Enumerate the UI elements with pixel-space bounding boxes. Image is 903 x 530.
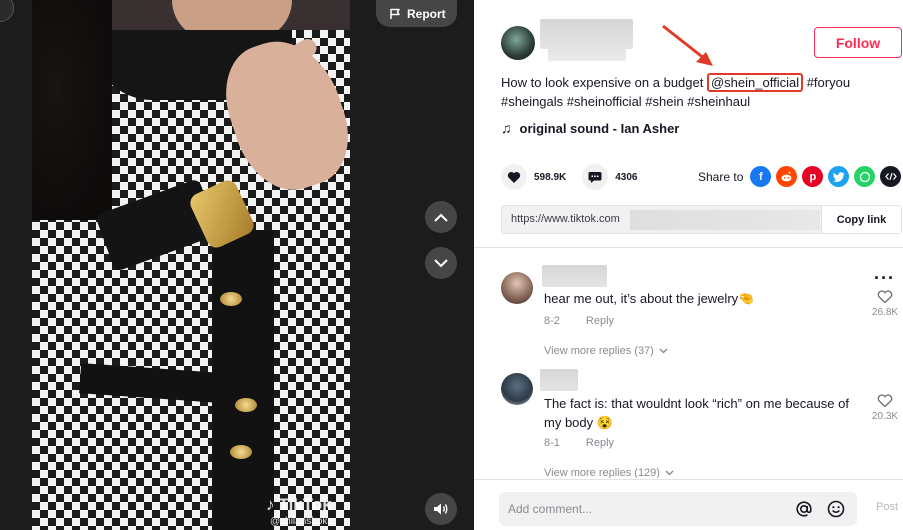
video-frame[interactable] <box>32 0 350 530</box>
comment-list[interactable]: ··· hear me out, it’s about the jewelry🤏… <box>474 248 903 478</box>
pinterest-icon[interactable]: p <box>802 166 824 187</box>
comment-text: The fact is: that wouldnt look “rich” on… <box>544 396 849 430</box>
reply-button[interactable]: Reply <box>586 315 614 327</box>
gold-button <box>220 292 242 306</box>
hashtag-foryou[interactable]: #foryou <box>803 75 850 90</box>
gold-button <box>230 445 252 459</box>
report-label: Report <box>407 6 446 21</box>
comment-like-button[interactable]: 20.3K <box>870 394 900 422</box>
hashtag-list[interactable]: #sheingals #sheinofficial #shein #sheinh… <box>501 94 750 109</box>
link-redacted <box>630 210 820 230</box>
comment-text: hear me out, it’s about the jewelry🤏 <box>544 291 755 306</box>
previous-video-button[interactable] <box>425 201 457 233</box>
chevron-up-icon <box>434 213 448 222</box>
author-handle-redacted <box>548 49 626 61</box>
music-note-icon: ♫ <box>501 120 512 136</box>
heart-icon <box>507 171 521 183</box>
next-video-button[interactable] <box>425 247 457 279</box>
comment-button[interactable] <box>582 164 609 190</box>
comment-date: 8-1 <box>544 437 560 449</box>
embed-icon[interactable] <box>880 166 902 187</box>
engagement-stats: 598.9K 4306 <box>501 164 638 190</box>
tiktok-video-page: Report ♪ TikTok @shilanshoko Follow How … <box>0 0 903 530</box>
comment-composer: Post <box>474 479 903 530</box>
whatsapp-icon[interactable] <box>854 166 876 187</box>
video-player[interactable]: Report ♪ TikTok @shilanshoko <box>0 0 474 530</box>
comment-meta: 8-2 Reply <box>544 315 614 327</box>
copy-link-button[interactable]: Copy link <box>821 206 901 233</box>
view-more-label: View more replies (129) <box>544 467 660 478</box>
mention-link[interactable]: @shein_official <box>706 73 804 92</box>
author-avatar[interactable] <box>501 26 535 60</box>
commenter-avatar[interactable] <box>501 373 533 405</box>
arrow-annotation-icon <box>662 24 713 66</box>
chevron-down-icon <box>665 470 674 476</box>
heart-outline-icon <box>877 394 893 408</box>
link-url[interactable]: https://www.tiktok.com <box>511 213 620 225</box>
comment-like-button[interactable]: 26.8K <box>870 290 900 318</box>
report-button[interactable]: Report <box>376 0 457 27</box>
commenter-avatar[interactable] <box>501 272 533 304</box>
dress-placket <box>212 230 274 530</box>
comment-icon <box>588 171 602 183</box>
details-panel: Follow How to look expensive on a budget… <box>474 0 903 530</box>
post-button[interactable]: Post <box>876 501 898 513</box>
like-button[interactable] <box>501 164 527 190</box>
more-options-icon[interactable]: ··· <box>874 269 895 287</box>
post-caption: How to look expensive on a budget @shein… <box>501 73 896 111</box>
tiktok-logo-icon[interactable] <box>0 0 14 22</box>
view-more-label: View more replies (37) <box>544 345 654 357</box>
sound-title: original sound - Ian Asher <box>519 120 680 136</box>
volume-button[interactable] <box>425 493 457 525</box>
speaker-icon <box>434 503 448 515</box>
facebook-icon[interactable]: f <box>750 166 772 187</box>
gold-button <box>235 398 257 412</box>
comment-meta: 8-1 Reply <box>544 437 614 449</box>
smiley-icon <box>827 500 845 518</box>
sound-link[interactable]: ♫ original sound - Ian Asher <box>501 120 679 136</box>
watermark-logo-text: TikTok <box>278 495 332 514</box>
share-link-box: https://www.tiktok.com Copy link <box>501 205 902 234</box>
share-row: Share to f p <box>698 166 902 187</box>
at-sign-icon <box>796 501 812 517</box>
view-more-replies-button[interactable]: View more replies (129) <box>544 467 674 478</box>
tiktok-watermark: ♪ TikTok @shilanshoko <box>266 495 333 527</box>
watermark-logo: ♪ TikTok <box>266 495 333 515</box>
reply-button[interactable]: Reply <box>586 437 614 449</box>
like-count: 598.9K <box>534 171 567 183</box>
comment-like-count: 20.3K <box>871 411 899 422</box>
follow-button[interactable]: Follow <box>814 27 902 58</box>
comment-count: 4306 <box>615 171 638 183</box>
mention-button[interactable] <box>795 500 813 518</box>
commenter-name-redacted[interactable] <box>542 265 607 287</box>
reddit-icon[interactable] <box>776 166 798 187</box>
comment-like-count: 26.8K <box>871 307 899 318</box>
chevron-down-icon <box>659 348 668 354</box>
share-label: Share to <box>698 169 744 184</box>
author-name-redacted[interactable] <box>540 19 633 49</box>
flag-icon <box>390 8 400 19</box>
hair <box>32 0 112 220</box>
emoji-button[interactable] <box>827 500 845 518</box>
commenter-name-redacted[interactable] <box>540 369 578 391</box>
comment-date: 8-2 <box>544 315 560 327</box>
heart-outline-icon <box>877 290 893 304</box>
caption-text: How to look expensive on a budget <box>501 75 707 90</box>
chevron-down-icon <box>434 258 448 267</box>
tiktok-note-icon: ♪ <box>266 495 275 514</box>
twitter-icon[interactable] <box>828 166 850 187</box>
view-more-replies-button[interactable]: View more replies (37) <box>544 345 668 357</box>
watermark-username: @shilanshoko <box>270 516 333 527</box>
